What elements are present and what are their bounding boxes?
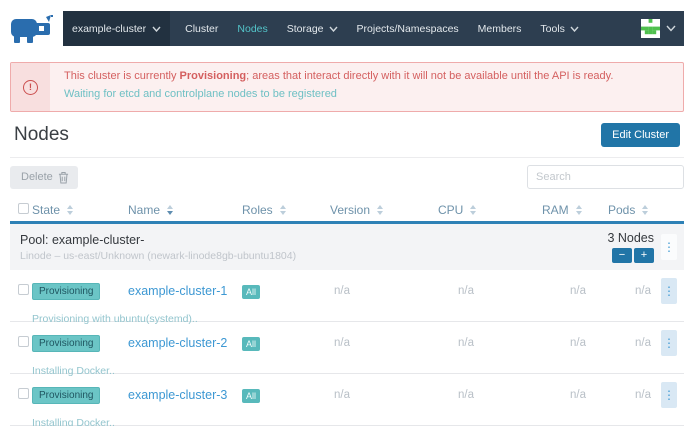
top-bar: example-cluster Cluster Nodes Storage Pr… bbox=[10, 11, 684, 46]
column-header-pods[interactable]: Pods bbox=[604, 203, 654, 217]
node-name-link[interactable]: example-cluster-1 bbox=[128, 284, 227, 298]
pool-menu-cell: ⋮ bbox=[654, 234, 684, 260]
state-badge: Provisioning bbox=[32, 283, 100, 300]
role-badge: All bbox=[242, 337, 260, 351]
divider bbox=[10, 157, 684, 158]
state-badge: Provisioning bbox=[32, 387, 100, 404]
column-header-cpu[interactable]: CPU bbox=[434, 203, 538, 217]
column-header-version[interactable]: Version bbox=[326, 203, 434, 217]
banner-text: This cluster is currently Provisioning; … bbox=[50, 63, 613, 111]
nav-item-members[interactable]: Members bbox=[478, 23, 522, 35]
minus-icon: − bbox=[619, 249, 625, 261]
state-badge: Provisioning bbox=[32, 335, 100, 352]
cluster-selector-label: example-cluster bbox=[72, 23, 146, 35]
delete-button[interactable]: Delete bbox=[10, 166, 78, 189]
column-header-name[interactable]: Name bbox=[124, 203, 238, 217]
column-header-roles[interactable]: Roles bbox=[238, 203, 326, 217]
scale-up-button[interactable]: + bbox=[634, 248, 654, 263]
ram-value: n/a bbox=[538, 389, 604, 401]
nav-item-tools[interactable]: Tools bbox=[540, 23, 579, 35]
role-badge: All bbox=[242, 285, 260, 299]
vertical-dots-icon: ⋮ bbox=[663, 285, 675, 297]
pool-info: Pool: example-cluster- Linode – us-east/… bbox=[20, 233, 534, 262]
search-input[interactable] bbox=[527, 165, 684, 189]
sort-icon bbox=[280, 205, 286, 215]
table-row: Provisioning example-cluster-2 All n/a n… bbox=[10, 322, 684, 374]
cpu-value: n/a bbox=[434, 389, 538, 401]
banner-status: Waiting for etcd and controlplane nodes … bbox=[64, 88, 613, 100]
plus-icon: + bbox=[641, 249, 647, 261]
rancher-bull-icon bbox=[10, 14, 54, 44]
vertical-dots-icon: ⋮ bbox=[663, 337, 675, 349]
node-name-link[interactable]: example-cluster-2 bbox=[128, 336, 227, 350]
version-value: n/a bbox=[326, 285, 434, 297]
alert-icon: ! bbox=[23, 80, 38, 95]
pods-value: n/a bbox=[604, 389, 654, 401]
chevron-down-icon bbox=[570, 26, 579, 32]
nav-spacer bbox=[579, 11, 641, 46]
navbar: example-cluster Cluster Nodes Storage Pr… bbox=[63, 11, 684, 46]
sort-icon bbox=[377, 205, 383, 215]
banner-icon-cell: ! bbox=[11, 63, 50, 111]
table-header-row: State Name Roles Version CPU RAM Pods bbox=[10, 198, 684, 224]
pool-title: Pool: example-cluster- bbox=[20, 233, 534, 247]
chevron-down-icon bbox=[152, 26, 161, 32]
chevron-down-icon bbox=[666, 25, 676, 32]
title-row: Nodes Edit Cluster bbox=[10, 112, 684, 157]
pods-value: n/a bbox=[604, 337, 654, 349]
user-avatar-identicon bbox=[641, 19, 660, 38]
nav-item-nodes[interactable]: Nodes bbox=[237, 23, 267, 35]
cpu-value: n/a bbox=[434, 285, 538, 297]
cluster-selector-dropdown[interactable]: example-cluster bbox=[63, 11, 170, 46]
vertical-dots-icon: ⋮ bbox=[663, 241, 675, 253]
sort-icon bbox=[167, 205, 173, 215]
column-header-ram[interactable]: RAM bbox=[538, 203, 604, 217]
sort-icon bbox=[642, 205, 648, 215]
row-status-detail: Installing Docker.. bbox=[10, 365, 684, 377]
table-toolbar: Delete bbox=[10, 165, 684, 189]
row-menu-button[interactable]: ⋮ bbox=[661, 382, 677, 408]
pool-node-count: 3 Nodes bbox=[534, 231, 654, 245]
nav-items: Cluster Nodes Storage Projects/Namespace… bbox=[185, 11, 579, 46]
banner-message: This cluster is currently Provisioning; … bbox=[64, 70, 613, 82]
cpu-value: n/a bbox=[434, 337, 538, 349]
delete-button-label: Delete bbox=[21, 171, 53, 183]
pods-value: n/a bbox=[604, 285, 654, 297]
sort-icon bbox=[67, 205, 73, 215]
row-menu-button[interactable]: ⋮ bbox=[661, 278, 677, 304]
pool-menu-button[interactable]: ⋮ bbox=[661, 234, 677, 260]
nav-item-cluster[interactable]: Cluster bbox=[185, 23, 218, 35]
nav-item-storage[interactable]: Storage bbox=[287, 23, 338, 35]
scale-down-button[interactable]: − bbox=[612, 248, 632, 263]
edit-cluster-button[interactable]: Edit Cluster bbox=[601, 123, 680, 147]
chevron-down-icon bbox=[329, 26, 338, 32]
table-row: Provisioning example-cluster-1 All n/a n… bbox=[10, 270, 684, 322]
version-value: n/a bbox=[326, 389, 434, 401]
rancher-logo[interactable] bbox=[10, 11, 54, 46]
sort-icon bbox=[576, 205, 582, 215]
row-status-detail: Installing Docker.. bbox=[10, 417, 684, 426]
row-menu-button[interactable]: ⋮ bbox=[661, 330, 677, 356]
vertical-dots-icon: ⋮ bbox=[663, 389, 675, 401]
pool-scale-buttons: − + bbox=[534, 248, 654, 263]
user-menu[interactable] bbox=[641, 11, 684, 46]
ram-value: n/a bbox=[538, 337, 604, 349]
provisioning-banner: ! This cluster is currently Provisioning… bbox=[10, 62, 684, 112]
node-name-link[interactable]: example-cluster-3 bbox=[128, 388, 227, 402]
pool-subtitle: Linode – us-east/Unknown (newark-linode8… bbox=[20, 250, 534, 262]
pool-scale: 3 Nodes − + bbox=[534, 231, 654, 263]
role-badge: All bbox=[242, 389, 260, 403]
ram-value: n/a bbox=[538, 285, 604, 297]
trash-icon bbox=[58, 171, 69, 184]
nodes-table: State Name Roles Version CPU RAM Pods Po… bbox=[10, 198, 684, 426]
pool-row: Pool: example-cluster- Linode – us-east/… bbox=[10, 224, 684, 270]
table-row: Provisioning example-cluster-3 All n/a n… bbox=[10, 374, 684, 426]
page-title: Nodes bbox=[14, 124, 69, 146]
column-header-state[interactable]: State bbox=[28, 203, 124, 217]
version-value: n/a bbox=[326, 337, 434, 349]
row-status-detail: Provisioning with ubuntu(systemd).. bbox=[10, 313, 684, 325]
nav-item-projects-namespaces[interactable]: Projects/Namespaces bbox=[357, 23, 459, 35]
sort-icon bbox=[470, 205, 476, 215]
select-all-cell bbox=[10, 203, 28, 217]
